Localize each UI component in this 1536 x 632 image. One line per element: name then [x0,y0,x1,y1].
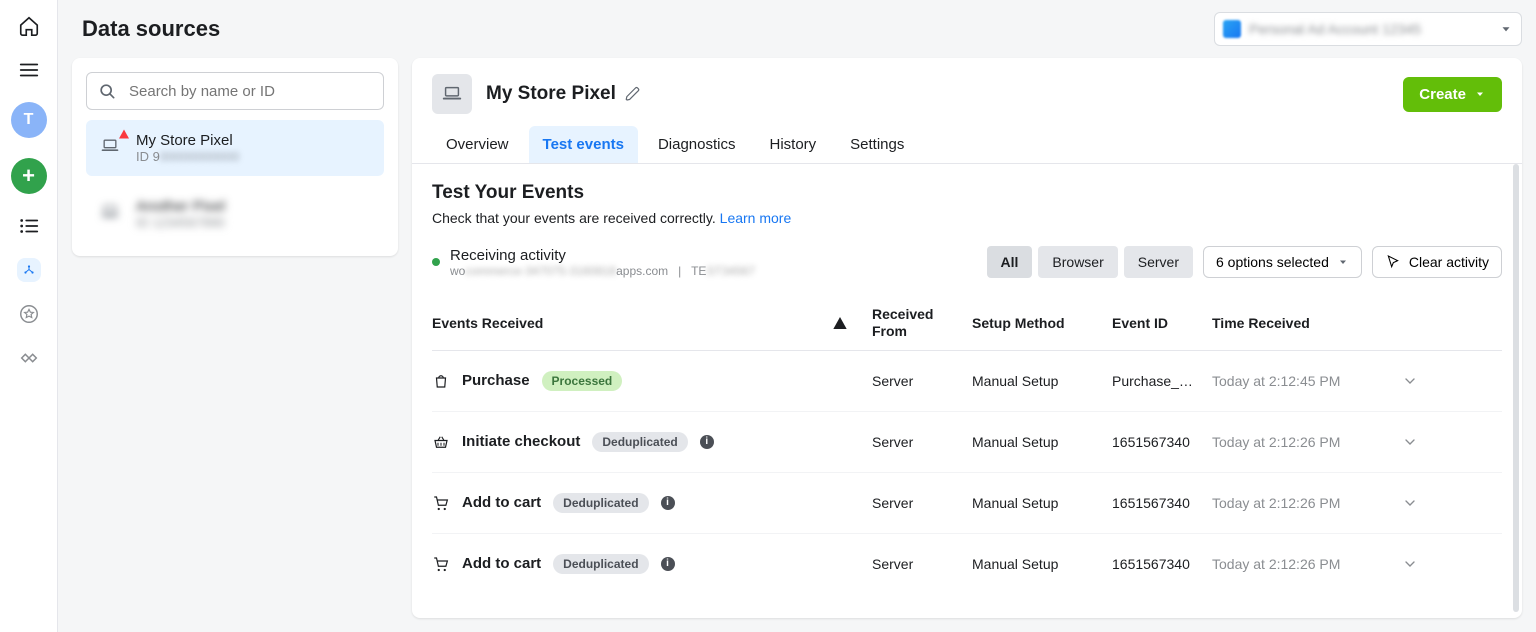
cursor-icon [1385,254,1401,270]
info-icon[interactable]: i [661,557,675,571]
chevron-down-icon [1474,88,1486,100]
event-id: 1651567340 [1112,556,1212,572]
datasource-name: My Store Pixel [136,132,239,149]
scrollbar[interactable] [1513,164,1519,612]
campaigns-icon[interactable] [17,214,41,238]
chevron-down-icon[interactable] [1402,373,1432,389]
chevron-down-icon [1337,256,1349,268]
basket-icon [432,433,450,451]
setup-method: Manual Setup [972,495,1112,511]
account-color-chip [1223,20,1241,38]
warning-icon [118,128,130,140]
chevron-down-icon [1499,22,1513,36]
bag-icon [432,372,450,390]
data-sources-icon[interactable] [17,258,41,282]
table-header: Events Received Received From Setup Meth… [432,300,1502,351]
asset-type-icon [432,74,472,114]
datasource-item[interactable]: My Store Pixel ID 900000000000 [86,120,384,176]
chevron-down-icon[interactable] [1402,495,1432,511]
datasource-id: ID 900000000000 [136,149,239,164]
add-button[interactable]: + [11,158,47,194]
edit-icon[interactable] [624,85,642,103]
chevron-down-icon[interactable] [1402,434,1432,450]
learn-more-link[interactable]: Learn more [720,210,792,226]
tab-bar: OverviewTest eventsDiagnosticsHistorySet… [412,114,1522,164]
search-input[interactable] [127,82,373,101]
datasource-list-card: My Store Pixel ID 900000000000 Another P… [72,58,398,256]
datasource-id: ID 1234567890 [136,215,225,230]
search-input-wrap[interactable] [86,72,384,110]
section-subtitle: Check that your events are received corr… [432,210,1502,226]
favorites-icon[interactable] [17,302,41,326]
datasource-name: Another Pixel [136,198,225,215]
table-row[interactable]: Add to cart Deduplicated i Server Manual… [432,473,1502,534]
cart-icon [432,494,450,512]
options-dropdown[interactable]: 6 options selected [1203,246,1362,278]
source-filter: All Browser Server [987,246,1193,278]
asset-title: My Store Pixel [486,83,616,105]
section-title: Test Your Events [432,182,1502,204]
time-received: Today at 2:12:45 PM [1212,373,1402,389]
time-received: Today at 2:12:26 PM [1212,434,1402,450]
table-row[interactable]: Add to cart Deduplicated i Server Manual… [432,534,1502,594]
tab-test-events[interactable]: Test events [529,126,638,163]
tab-history[interactable]: History [756,126,831,163]
status-badge: Deduplicated [553,493,648,513]
filter-all[interactable]: All [987,246,1033,278]
search-icon [97,81,117,101]
status-text: Receiving activity wocommerce-347075-316… [450,247,755,278]
received-from: Server [872,373,972,389]
setup-method: Manual Setup [972,556,1112,572]
pixel-icon [96,132,124,160]
event-id: 1651567340 [1112,434,1212,450]
status-badge: Processed [542,371,623,391]
content-card: My Store Pixel Create OverviewTest event… [412,58,1522,618]
event-name: Initiate checkout [462,433,580,450]
setup-method: Manual Setup [972,434,1112,450]
event-name: Purchase [462,372,530,389]
status-badge: Deduplicated [553,554,648,574]
home-icon[interactable] [17,14,41,38]
cart-icon [432,555,450,573]
event-name: Add to cart [462,494,541,511]
account-name: Personal Ad Account 12345 [1249,21,1491,37]
partners-icon[interactable] [17,346,41,370]
received-from: Server [872,556,972,572]
datasource-item[interactable]: Another Pixel ID 1234567890 [86,186,384,242]
tab-diagnostics[interactable]: Diagnostics [644,126,750,163]
filter-server[interactable]: Server [1124,246,1193,278]
nav-rail: T + [0,0,58,632]
warning-icon [832,315,872,331]
account-selector[interactable]: Personal Ad Account 12345 [1214,12,1522,46]
info-icon[interactable]: i [661,496,675,510]
filter-browser[interactable]: Browser [1038,246,1117,278]
event-id: 1651567340 [1112,495,1212,511]
clear-activity-button[interactable]: Clear activity [1372,246,1502,278]
create-button[interactable]: Create [1403,77,1502,112]
received-from: Server [872,434,972,450]
info-icon[interactable]: i [700,435,714,449]
avatar[interactable]: T [11,102,47,138]
setup-method: Manual Setup [972,373,1112,389]
event-id: Purchase_… [1112,373,1212,389]
status-indicator [432,258,440,266]
received-from: Server [872,495,972,511]
event-name: Add to cart [462,555,541,572]
chevron-down-icon[interactable] [1402,556,1432,572]
tab-overview[interactable]: Overview [432,126,523,163]
tab-settings[interactable]: Settings [836,126,918,163]
pixel-icon [96,198,124,226]
time-received: Today at 2:12:26 PM [1212,556,1402,572]
status-badge: Deduplicated [592,432,687,452]
time-received: Today at 2:12:26 PM [1212,495,1402,511]
table-row[interactable]: Purchase Processed Server Manual Setup P… [432,351,1502,412]
menu-icon[interactable] [17,58,41,82]
table-row[interactable]: Initiate checkout Deduplicated i Server … [432,412,1502,473]
